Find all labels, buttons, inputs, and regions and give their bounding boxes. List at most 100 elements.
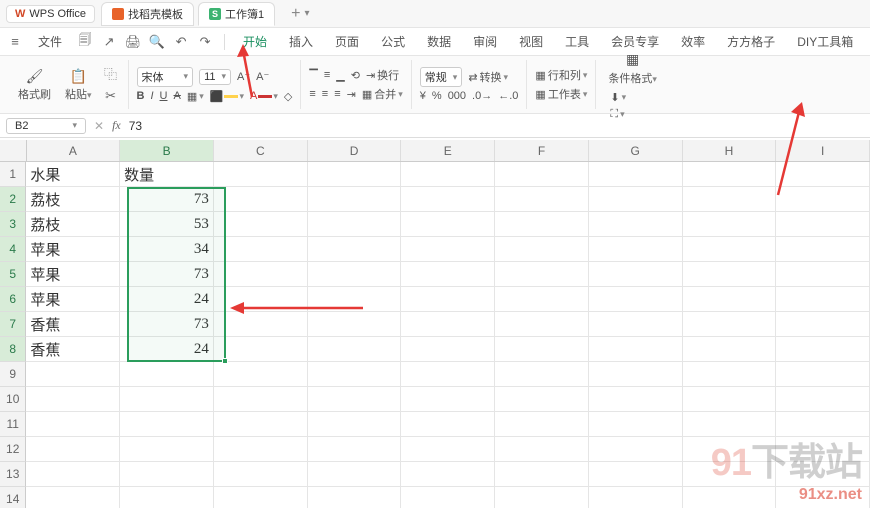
cell[interactable] (214, 162, 308, 187)
cell[interactable]: 24 (120, 337, 214, 362)
export-icon[interactable]: ↗ (100, 33, 118, 51)
cell[interactable] (26, 437, 120, 462)
menu-ffgz[interactable]: 方方格子 (719, 30, 783, 53)
cell[interactable] (120, 412, 214, 437)
cell[interactable] (401, 262, 495, 287)
cell[interactable] (26, 462, 120, 487)
cell[interactable] (495, 237, 589, 262)
cell[interactable] (401, 187, 495, 212)
cell[interactable] (401, 487, 495, 508)
cell[interactable] (214, 262, 308, 287)
cell[interactable] (683, 312, 777, 337)
currency-button[interactable]: ¥ (420, 90, 426, 102)
cell[interactable] (776, 262, 870, 287)
merge-button[interactable]: ▦ 合并▾ (362, 86, 403, 102)
menu-efficiency[interactable]: 效率 (673, 30, 713, 53)
menu-insert[interactable]: 插入 (281, 30, 321, 53)
cell[interactable] (776, 337, 870, 362)
row-header[interactable]: 6 (0, 287, 26, 312)
cell[interactable] (308, 237, 402, 262)
cell[interactable] (589, 262, 683, 287)
cell[interactable] (214, 312, 308, 337)
cell[interactable] (589, 387, 683, 412)
percent-icon[interactable]: % (432, 90, 442, 102)
cell[interactable] (683, 387, 777, 412)
cell[interactable] (214, 187, 308, 212)
cell[interactable] (308, 312, 402, 337)
format-painter-button[interactable]: 🖌 格式刷 (14, 65, 55, 104)
cell[interactable] (308, 162, 402, 187)
cell[interactable] (308, 412, 402, 437)
font-color-button[interactable]: A▾ (250, 90, 278, 102)
cell[interactable] (589, 162, 683, 187)
col-header-g[interactable]: G (589, 140, 683, 161)
col-header-d[interactable]: D (308, 140, 402, 161)
menu-diy[interactable]: DIY工具箱 (789, 30, 861, 53)
cell[interactable] (308, 487, 402, 508)
cell[interactable] (776, 162, 870, 187)
cell[interactable] (120, 437, 214, 462)
align-center-icon[interactable]: ≡ (322, 88, 328, 100)
cell[interactable] (495, 262, 589, 287)
print-preview-icon[interactable]: 🔍 (148, 33, 166, 51)
cell[interactable] (495, 212, 589, 237)
cell[interactable] (308, 462, 402, 487)
cell[interactable] (214, 337, 308, 362)
menu-hamburger-icon[interactable]: ≡ (6, 33, 24, 51)
fx-icon[interactable]: fx (112, 118, 121, 133)
cell[interactable] (589, 362, 683, 387)
row-header[interactable]: 3 (0, 212, 26, 237)
cell[interactable] (776, 237, 870, 262)
cell[interactable] (401, 337, 495, 362)
indent-icon[interactable]: ⇥ (347, 88, 356, 101)
cell[interactable] (401, 437, 495, 462)
cell[interactable] (495, 437, 589, 462)
font-size-select[interactable]: 11▾ (199, 69, 231, 85)
cell[interactable] (26, 387, 120, 412)
cell[interactable] (683, 262, 777, 287)
paste-button[interactable]: 📋 粘贴▾ (61, 65, 96, 104)
cell[interactable] (589, 237, 683, 262)
cell[interactable] (214, 437, 308, 462)
underline-button[interactable]: U (160, 90, 168, 102)
cell[interactable] (776, 187, 870, 212)
menu-page[interactable]: 页面 (327, 30, 367, 53)
align-middle-icon[interactable]: ≡ (324, 69, 330, 81)
row-header[interactable]: 7 (0, 312, 26, 337)
row-header[interactable]: 11 (0, 412, 26, 437)
cell[interactable] (776, 362, 870, 387)
cell[interactable]: 数量 (120, 162, 214, 187)
cell[interactable] (683, 237, 777, 262)
cell[interactable] (589, 437, 683, 462)
conditional-format-button[interactable]: ▦ 条件格式▾ (604, 49, 661, 88)
cell[interactable]: 34 (120, 237, 214, 262)
cell[interactable] (589, 187, 683, 212)
cell[interactable] (683, 362, 777, 387)
cell[interactable] (214, 387, 308, 412)
cell[interactable] (495, 362, 589, 387)
worksheet-button[interactable]: ▦ 工作表▾ (535, 86, 587, 102)
italic-button[interactable]: I (150, 90, 153, 102)
cell[interactable] (214, 362, 308, 387)
orientation-icon[interactable]: ⟲ (351, 69, 360, 82)
cell[interactable] (26, 412, 120, 437)
cell[interactable] (495, 487, 589, 508)
cell[interactable]: 24 (120, 287, 214, 312)
cell[interactable] (120, 462, 214, 487)
cut-icon[interactable]: ✂ (102, 87, 120, 105)
cell[interactable] (683, 212, 777, 237)
cell[interactable]: 香蕉 (26, 312, 120, 337)
align-left-icon[interactable]: ≡ (309, 88, 315, 100)
cell[interactable] (120, 387, 214, 412)
cell[interactable]: 苹果 (26, 262, 120, 287)
crop-icon[interactable]: ⛶▾ (610, 108, 661, 121)
cell[interactable] (401, 212, 495, 237)
cell[interactable] (683, 162, 777, 187)
row-header[interactable]: 10 (0, 387, 26, 412)
cell[interactable] (214, 212, 308, 237)
clear-format-icon[interactable]: ◇ (284, 90, 292, 103)
col-header-c[interactable]: C (214, 140, 308, 161)
menu-data[interactable]: 数据 (419, 30, 459, 53)
cell[interactable] (589, 212, 683, 237)
row-header[interactable]: 9 (0, 362, 26, 387)
